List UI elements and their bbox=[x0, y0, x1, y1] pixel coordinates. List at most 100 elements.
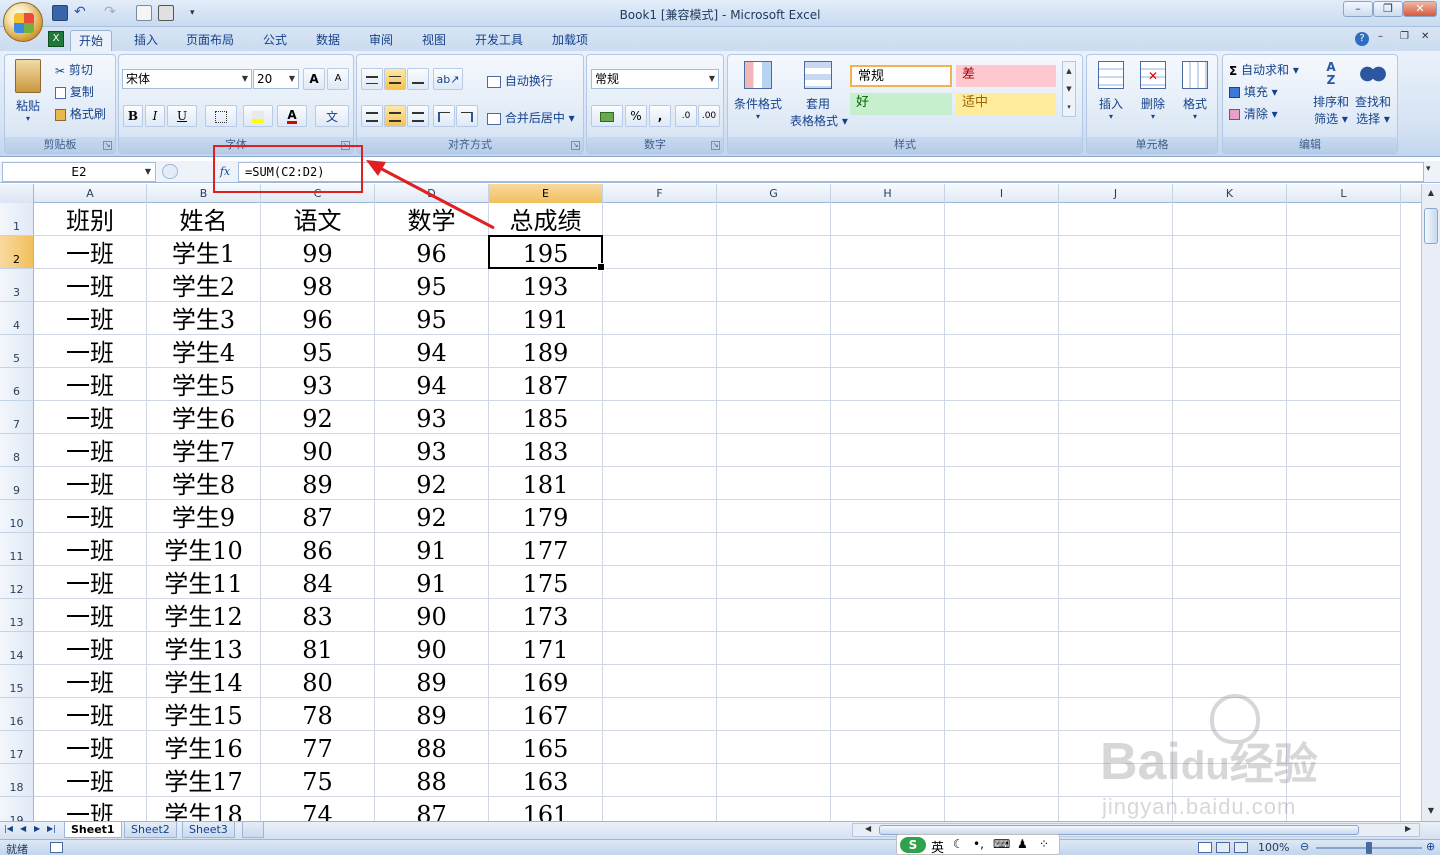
ribbon-restore-icon[interactable]: ❐ bbox=[1400, 31, 1409, 42]
number-format-select[interactable]: 常规 ▼ bbox=[591, 69, 719, 89]
format-cells-button[interactable]: 格式 ▾ bbox=[1177, 61, 1213, 121]
table-cell[interactable]: 学生8 bbox=[147, 467, 261, 500]
table-cell[interactable] bbox=[831, 665, 945, 698]
conditional-format-button[interactable]: 条件格式 ▾ bbox=[732, 61, 784, 121]
table-cell[interactable]: 学生18 bbox=[147, 797, 261, 821]
style-neutral[interactable]: 适中 bbox=[956, 93, 1056, 115]
table-cell[interactable]: 90 bbox=[375, 599, 489, 632]
table-cell[interactable] bbox=[1287, 467, 1401, 500]
table-cell[interactable]: 91 bbox=[375, 566, 489, 599]
table-cell[interactable] bbox=[945, 335, 1059, 368]
ribbon-minimize-icon[interactable]: – bbox=[1378, 31, 1383, 42]
tab-view[interactable]: 视图 bbox=[414, 30, 454, 51]
table-cell[interactable] bbox=[945, 632, 1059, 665]
table-cell[interactable]: 一班 bbox=[34, 401, 147, 434]
table-cell[interactable] bbox=[1173, 236, 1287, 269]
table-cell[interactable]: 177 bbox=[489, 533, 603, 566]
row-header[interactable]: 11 bbox=[0, 533, 34, 566]
column-header-j[interactable]: J bbox=[1059, 184, 1173, 203]
name-box[interactable]: E2 ▼ bbox=[2, 162, 156, 182]
close-button[interactable]: ✕ bbox=[1403, 1, 1437, 17]
table-cell[interactable]: 学生10 bbox=[147, 533, 261, 566]
autosum-button[interactable]: Σ 自动求和 ▾ bbox=[1229, 61, 1299, 78]
table-cell[interactable] bbox=[1287, 302, 1401, 335]
table-cell[interactable]: 学生4 bbox=[147, 335, 261, 368]
table-cell[interactable] bbox=[945, 401, 1059, 434]
select-all-corner[interactable] bbox=[0, 184, 34, 203]
row-header[interactable]: 3 bbox=[0, 269, 34, 302]
table-cell[interactable]: 一班 bbox=[34, 731, 147, 764]
table-cell[interactable] bbox=[1059, 500, 1173, 533]
table-cell[interactable] bbox=[831, 434, 945, 467]
table-cell[interactable] bbox=[831, 566, 945, 599]
table-cell[interactable]: 学生1 bbox=[147, 236, 261, 269]
table-cell[interactable]: 一班 bbox=[34, 500, 147, 533]
table-cell[interactable]: 78 bbox=[261, 698, 375, 731]
column-header-f[interactable]: F bbox=[603, 184, 717, 203]
increase-decimal-button[interactable]: .0 bbox=[675, 105, 697, 127]
table-cell[interactable]: 学生13 bbox=[147, 632, 261, 665]
table-cell[interactable]: 学生3 bbox=[147, 302, 261, 335]
shrink-font-button[interactable]: A bbox=[327, 68, 349, 90]
table-cell[interactable] bbox=[1287, 236, 1401, 269]
table-cell[interactable]: 一班 bbox=[34, 302, 147, 335]
tab-insert[interactable]: 插入 bbox=[126, 30, 166, 51]
table-cell[interactable] bbox=[1173, 632, 1287, 665]
table-cell[interactable] bbox=[945, 203, 1059, 236]
delete-cells-button[interactable]: ✕ 删除 ▾ bbox=[1135, 61, 1171, 121]
table-cell[interactable] bbox=[603, 302, 717, 335]
font-name-select[interactable]: 宋体 ▼ bbox=[122, 69, 252, 89]
table-cell[interactable] bbox=[603, 731, 717, 764]
table-cell[interactable] bbox=[1059, 203, 1173, 236]
table-cell[interactable]: 学生2 bbox=[147, 269, 261, 302]
worksheet-grid[interactable]: ABCDEFGHIJKL 1 班别 姓名 语文 数学 总成绩 2 一班 学生1 99 96 195 3 一… bbox=[0, 184, 1421, 821]
hscroll-left-icon[interactable]: ◀ bbox=[865, 824, 871, 833]
scroll-thumb[interactable] bbox=[1424, 208, 1438, 244]
column-header-b[interactable]: B bbox=[147, 184, 261, 203]
header-cell[interactable]: 总成绩 bbox=[489, 203, 603, 236]
table-cell[interactable] bbox=[717, 566, 831, 599]
table-cell[interactable]: 一班 bbox=[34, 533, 147, 566]
table-cell[interactable]: 93 bbox=[261, 368, 375, 401]
table-cell[interactable] bbox=[945, 797, 1059, 821]
find-select-button[interactable]: 查找和 选择 ▾ bbox=[1353, 61, 1393, 127]
sheet-first-icon[interactable]: |◀ bbox=[4, 824, 13, 833]
style-good[interactable]: 好 bbox=[850, 93, 952, 115]
row-header[interactable]: 13 bbox=[0, 599, 34, 632]
italic-button[interactable]: I bbox=[145, 105, 165, 127]
table-cell[interactable] bbox=[831, 401, 945, 434]
tab-addins[interactable]: 加载项 bbox=[544, 30, 596, 51]
table-cell[interactable] bbox=[1059, 467, 1173, 500]
table-cell[interactable] bbox=[717, 236, 831, 269]
header-cell[interactable]: 姓名 bbox=[147, 203, 261, 236]
table-cell[interactable]: 89 bbox=[375, 698, 489, 731]
fill-button[interactable]: 填充 ▾ bbox=[1229, 83, 1278, 100]
table-cell[interactable] bbox=[603, 434, 717, 467]
dialog-launcher-icon[interactable]: ↘ bbox=[103, 141, 112, 150]
table-cell[interactable] bbox=[717, 533, 831, 566]
table-cell[interactable] bbox=[1287, 203, 1401, 236]
table-cell[interactable] bbox=[717, 368, 831, 401]
table-cell[interactable] bbox=[717, 401, 831, 434]
table-cell[interactable]: 191 bbox=[489, 302, 603, 335]
table-cell[interactable] bbox=[1173, 731, 1287, 764]
table-cell[interactable] bbox=[1173, 401, 1287, 434]
table-cell[interactable] bbox=[945, 302, 1059, 335]
table-cell[interactable]: 87 bbox=[375, 797, 489, 821]
align-top-button[interactable] bbox=[361, 68, 383, 90]
sheet-next-icon[interactable]: ▶ bbox=[34, 824, 40, 833]
page-break-view-icon[interactable] bbox=[1234, 842, 1248, 853]
table-cell[interactable] bbox=[1287, 665, 1401, 698]
table-cell[interactable]: 165 bbox=[489, 731, 603, 764]
table-cell[interactable] bbox=[1287, 632, 1401, 665]
wrap-text-button[interactable]: 自动换行 bbox=[487, 72, 553, 89]
table-cell[interactable] bbox=[831, 269, 945, 302]
table-cell[interactable]: 一班 bbox=[34, 566, 147, 599]
table-cell[interactable] bbox=[1287, 533, 1401, 566]
zoom-out-icon[interactable]: ⊖ bbox=[1300, 840, 1309, 853]
tab-page-layout[interactable]: 页面布局 bbox=[178, 30, 242, 51]
table-cell[interactable] bbox=[1287, 797, 1401, 821]
font-color-button[interactable]: A bbox=[277, 105, 307, 127]
table-cell[interactable]: 74 bbox=[261, 797, 375, 821]
table-cell[interactable] bbox=[603, 500, 717, 533]
